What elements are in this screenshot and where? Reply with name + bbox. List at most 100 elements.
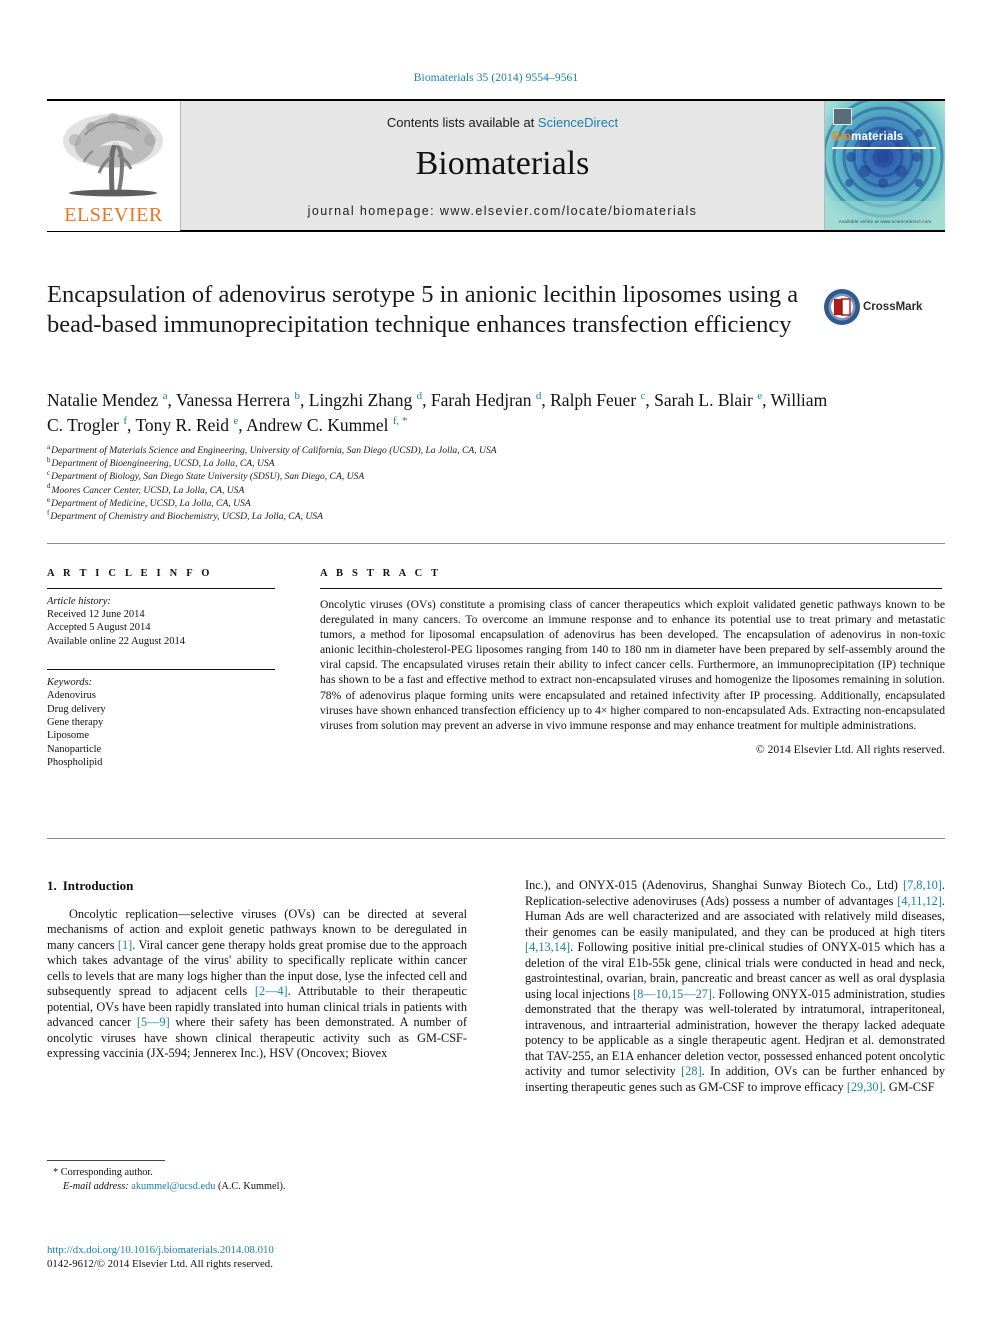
affiliation-text: Department of Biology, San Diego State U… (51, 471, 365, 483)
article-info-rule (47, 588, 275, 589)
abstract-heading: A B S T R A C T (320, 568, 442, 579)
intro-paragraph-right: Inc.), and ONYX-015 (Adenovirus, Shangha… (525, 878, 945, 1095)
affiliation-line: aDepartment of Materials Science and Eng… (47, 442, 747, 457)
affiliation-label: a (47, 442, 51, 451)
journal-homepage-link[interactable]: journal homepage: www.elsevier.com/locat… (181, 204, 824, 218)
author-name: Farah Hedjran (430, 390, 536, 410)
author-separator: , (300, 390, 309, 410)
article-history-line: Accepted 5 August 2014 (47, 622, 151, 634)
author-separator: , (167, 390, 176, 410)
keyword-item: Phospholipid (47, 757, 103, 769)
citation-8-10-15-27[interactable]: [8—10,15—27] (633, 987, 712, 1001)
affiliation-line: dMoores Cancer Center, UCSD, La Jolla, C… (47, 482, 747, 497)
masthead-center: Contents lists available at ScienceDirec… (180, 101, 825, 230)
author-name: Lingzhi Zhang (308, 390, 417, 410)
article-history-label: Article history: (47, 596, 111, 607)
crossmark-icon (824, 289, 860, 325)
footnote-rule (47, 1160, 165, 1161)
cover-publisher-badge (833, 108, 852, 125)
affiliation-text: Department of Medicine, UCSD, La Jolla, … (51, 497, 251, 509)
email-link[interactable]: akummel@ucsd.edu (131, 1181, 215, 1192)
citation-4-13-14[interactable]: [4,13,14] (525, 940, 570, 954)
affiliation-label: f (47, 508, 50, 517)
running-head: Biomaterials 35 (2014) 9554–9561 (413, 72, 579, 84)
crossmark-label: CrossMark (863, 301, 923, 313)
contents-prefix: Contents lists available at (386, 115, 538, 130)
citation-4-11-12[interactable]: [4,11,12] (897, 894, 942, 908)
elsevier-tree-icon (63, 113, 163, 197)
author-name: Tony R. Reid (135, 415, 234, 435)
author-name: Andrew C. Kummel (246, 415, 393, 435)
intro-right-text-7: . GM-CSF (882, 1079, 935, 1094)
body-column-left: 1. Introduction Oncolytic replication—sel… (47, 878, 467, 1062)
citation-5-9[interactable]: [5—9] (137, 1015, 170, 1029)
affiliation-line: cDepartment of Biology, San Diego State … (47, 470, 747, 483)
email-label: E-mail address: (63, 1181, 129, 1192)
abstract-copyright: © 2014 Elsevier Ltd. All rights reserved… (755, 742, 945, 756)
keyword-item: Drug delivery (47, 703, 106, 715)
sciencedirect-link[interactable]: ScienceDirect (538, 115, 618, 130)
keywords-rule (47, 669, 275, 671)
crossmark-badge[interactable]: CrossMark (823, 288, 927, 330)
article-history-lines: Received 12 June 2014 Accepted 5 August 2… (47, 608, 280, 648)
affiliation-line: eDepartment of Medicine, UCSD, La Jolla,… (47, 496, 747, 510)
keywords-label: Keywords: (47, 677, 93, 689)
article-history-line: Available online 22 August 2014 (47, 635, 186, 647)
elsevier-logo: ELSEVIER (47, 101, 180, 231)
section-heading-introduction: 1. Introduction (47, 878, 467, 894)
article-info-heading: A R T I C L E I N F O (47, 568, 213, 579)
imprint-block: http://dx.doi.org/10.1016/j.biomaterials… (47, 1243, 507, 1271)
intro-right-text-1: Inc.), and ONYX-015 (Adenovirus, Shangha… (525, 878, 903, 892)
doi-link[interactable]: http://dx.doi.org/10.1016/j.biomaterials… (47, 1243, 507, 1257)
author-separator: , (541, 390, 551, 410)
affiliation-text: Moores Cancer Center, UCSD, La Jolla, CA… (51, 484, 245, 496)
abstract-text: Oncolytic viruses (OVs) constitute a pro… (320, 598, 945, 732)
author-name: Vanessa Herrera (175, 390, 295, 410)
email-suffix: (A.C. Kummel). (215, 1181, 286, 1192)
abstract-top-rule (47, 543, 945, 544)
affiliation-label: b (47, 456, 51, 465)
author-separator: , (645, 390, 655, 410)
affiliation-line: bDepartment of Bioengineering, UCSD, La … (47, 457, 747, 470)
body-column-right: Inc.), and ONYX-015 (Adenovirus, Shangha… (525, 878, 945, 1095)
section-number: 1. (47, 878, 57, 893)
author-list: Natalie Mendez a, Vanessa Herrera b, Lin… (47, 388, 847, 438)
affiliation-label: d (47, 482, 51, 491)
citation-7-8-10[interactable]: [7,8,10] (903, 878, 942, 892)
footnote-block: * Corresponding author. E-mail address: … (47, 1160, 467, 1194)
citation-28[interactable]: [28] (681, 1064, 702, 1078)
affiliation-text: Department of Materials Science and Engi… (51, 445, 497, 456)
affiliation-text: Department of Bioengineering, UCSD, La J… (51, 458, 275, 470)
keyword-lines: Adenovirus Drug delivery Gene therapy Lipos… (47, 689, 280, 769)
issn-copyright-line: 0142-9612/© 2014 Elsevier Ltd. All right… (47, 1258, 273, 1270)
journal-masthead: ELSEVIER Contents lists available at Sci… (47, 99, 945, 232)
email-note: E-mail address: akummel@ucsd.edu (A.C. K… (47, 1180, 467, 1194)
citation-1[interactable]: [1] (118, 938, 132, 952)
affiliation-text: Department of Chemistry and Biochemistry… (50, 511, 323, 523)
article-history-line: Received 12 June 2014 (47, 609, 145, 620)
section-title: Introduction (62, 878, 134, 893)
citation-29-30[interactable]: [29,30] (847, 1080, 883, 1094)
abstract-block: A B S T R A C T Oncolytic viruses (OVs) … (320, 568, 945, 756)
affiliation-label: c (47, 469, 51, 478)
intro-paragraph-left: Oncolytic replication—selective viruses … (47, 907, 467, 1062)
keyword-item: Gene therapy (47, 717, 104, 729)
elsevier-wordmark: ELSEVIER (64, 204, 163, 226)
title-block: Encapsulation of adenovirus serotype 5 i… (47, 280, 945, 340)
citation-2-4[interactable]: [2—4] (255, 984, 288, 998)
page-title: Encapsulation of adenovirus serotype 5 i… (47, 281, 799, 338)
cover-journal-title: Biomaterials (832, 131, 904, 143)
keyword-item: Adenovirus (47, 690, 96, 702)
author-separator: , (422, 390, 431, 410)
cover-title-rule (832, 147, 936, 149)
abstract-rule (320, 588, 942, 589)
keyword-item: Liposome (47, 730, 89, 742)
article-info-block: A R T I C L E I N F O Article history: R… (47, 568, 280, 770)
corresponding-author-note: * Corresponding author. (53, 1167, 153, 1178)
journal-title: Biomaterials (415, 145, 590, 182)
article-info-spacer (47, 648, 280, 660)
journal-article-page: Biomaterials 35 (2014) 9554–9561 ELSEVIE… (0, 0, 992, 1323)
affiliation-line: fDepartment of Chemistry and Biochemistr… (47, 508, 747, 523)
author-name: Ralph Feuer (550, 390, 641, 410)
contents-available-line: Contents lists available at ScienceDirec… (181, 115, 824, 130)
